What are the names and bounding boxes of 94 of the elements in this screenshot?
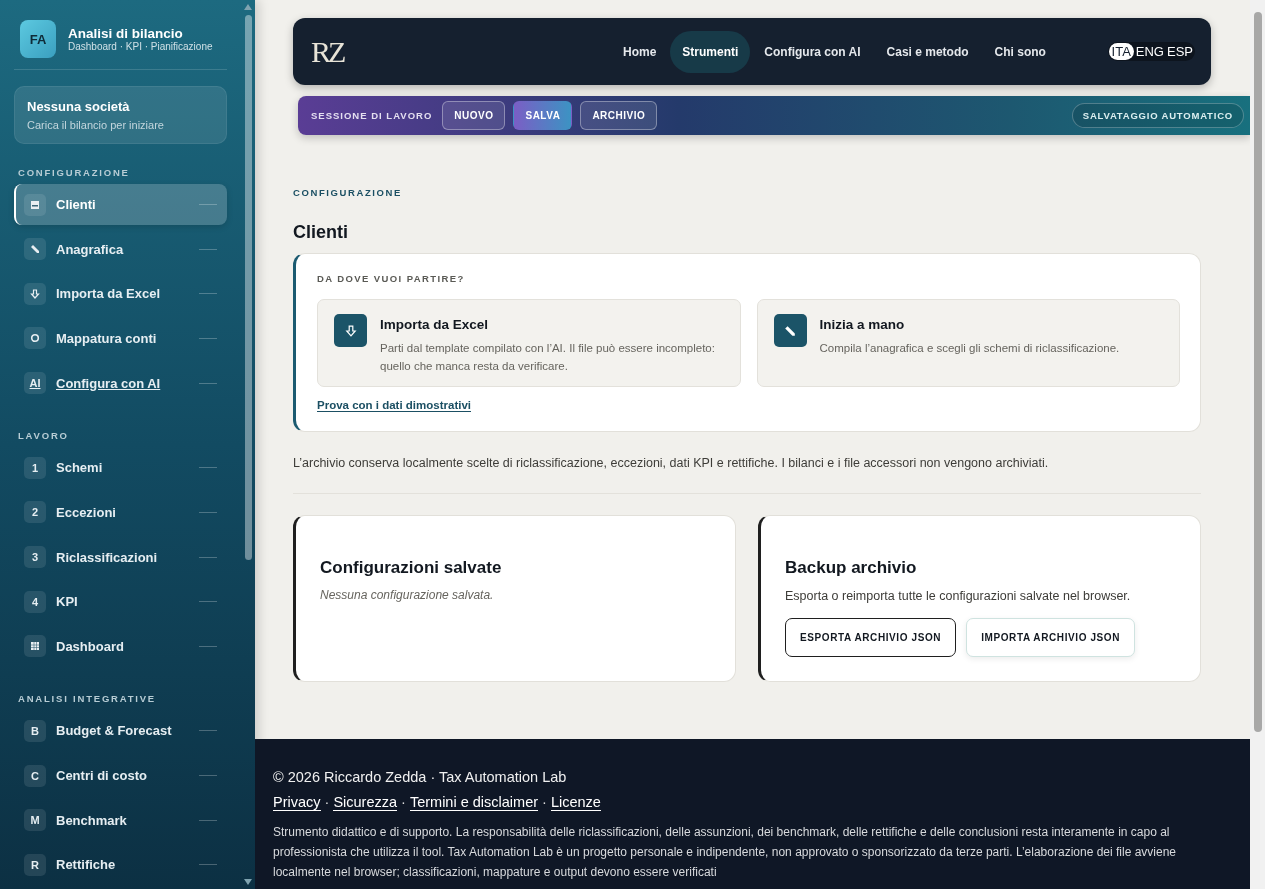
import-button[interactable]: IMPORTA ARCHIVIO JSON (966, 618, 1136, 657)
sidebar-item[interactable]: R Rettifiche (14, 844, 227, 886)
demo-link[interactable]: Prova con i dati dimostrativi (317, 399, 471, 412)
archive-note: L’archivio conserva localmente scelte di riclassificazione, eccezioni, dati KPI e rettifiche. I bilanci e i file accessori non vengono archiviati. (293, 456, 1050, 470)
company-hint: Carica il bilancio per iniziare (27, 119, 165, 131)
option-card[interactable]: Inizia a mano Compila l’anagrafica e scegli gli schemi di riclassificazione. (756, 299, 1180, 387)
empty-message: Nessuna configurazione salvata. (320, 588, 495, 602)
status-dash (199, 601, 217, 603)
footer-link[interactable]: Licenze (550, 794, 601, 811)
grid-icon (24, 635, 46, 658)
session-button[interactable]: NUOVO (442, 101, 506, 130)
status-dash (199, 293, 217, 295)
card-title: Backup archivio (785, 558, 918, 578)
section-label: CONFIGURAZIONE (18, 167, 131, 178)
language-option[interactable]: ENG (1134, 43, 1165, 60)
nav-tab[interactable]: Configura con AI (752, 30, 873, 73)
brand-logo: FA (20, 20, 56, 58)
sidebar-item[interactable]: M Benchmark (14, 799, 227, 841)
sidebar-item[interactable]: 1 Schemi (14, 447, 227, 489)
step-badge: C (24, 764, 46, 787)
step-badge: 4 (24, 590, 46, 613)
nav-tab[interactable]: Chi sono (982, 30, 1058, 73)
status-dash (199, 467, 217, 469)
section-label: ANALISI INTEGRATIVE (18, 693, 157, 705)
app-subtitle: Dashboard · KPI · Pianificazione (68, 41, 213, 52)
card-icon (24, 193, 46, 216)
section-label: LAVORO (18, 430, 70, 442)
company-name: Nessuna società (27, 99, 131, 114)
copyright: © 2026 Riccardo Zedda · Tax Automation Lab (273, 769, 568, 785)
sidebar-item[interactable]: Clienti (14, 184, 227, 226)
status-dash (199, 819, 217, 821)
step-badge: 3 (24, 546, 46, 569)
scroll-down-icon[interactable] (243, 878, 253, 886)
company-card[interactable]: Nessuna società Carica il bilancio per iniziare (14, 86, 227, 144)
page-title: Clienti (293, 222, 349, 243)
step-badge: 1 (24, 456, 46, 479)
step-badge: R (24, 853, 46, 876)
step-badge: M (24, 809, 46, 832)
status-dash (199, 511, 217, 513)
save-button[interactable]: SALVA (513, 101, 573, 130)
option-description: Compila l’anagrafica e scegli gli schemi di riclassificazione. (819, 341, 1120, 356)
option-description: Parti dal template compilato con l’AI. Il file può essere incompleto: quello che manca resta da verificare. (380, 341, 716, 374)
step-badge: AI (24, 372, 46, 395)
disclaimer-text: Strumento didattico e di supporto. La responsabilità delle riclassificazioni, delle assunzioni, dei benchmark, delle rettifiche e delle conclusioni resta interamente in capo al professionista che utilizza il tool. Tax Automation Lab è un progetto personale e indipendente, non approvato o sponsorizzato da terze parti. L’elaborazione dei file avviene localmente nel browser; classificazioni, mappature e output devono essere verificati (273, 824, 1178, 881)
nav-tab[interactable]: Home (611, 30, 669, 73)
footer-link[interactable]: Privacy (273, 794, 321, 811)
autosave-badge: SALVATAGGIO AUTOMATICO (1071, 103, 1244, 128)
status-dash (199, 775, 217, 777)
sidebar-item[interactable]: 4 KPI (14, 581, 227, 623)
app-title: Analisi di bilancio (68, 26, 184, 41)
section-eyebrow: CONFIGURAZIONE (293, 187, 403, 198)
export-button[interactable]: ESPORTA ARCHIVIO JSON (785, 618, 957, 657)
sidebar-item[interactable]: Mappatura conti (14, 317, 227, 360)
status-dash (199, 645, 217, 647)
sidebar-item[interactable]: 3 Riclassificazioni (14, 536, 227, 578)
language-option[interactable]: ESP (1166, 43, 1194, 60)
download-icon (24, 282, 46, 305)
link-separator: · (401, 794, 406, 811)
sidebar-item[interactable]: 2 Eccezioni (14, 491, 227, 533)
site-logo[interactable]: RZ (311, 34, 611, 69)
option-title: Importa da Excel (380, 317, 490, 332)
sidebar-item[interactable]: B Budget & Forecast (14, 710, 227, 752)
option-title: Inizia a mano (819, 317, 906, 332)
card-title: Configurazioni salvate (320, 558, 503, 578)
sidebar-item[interactable]: AI Configura con AI (14, 362, 227, 404)
session-label: SESSIONE DI LAVORO (311, 110, 433, 121)
status-dash (199, 204, 217, 206)
step-badge: B (24, 719, 46, 742)
sidebar-item[interactable]: C Centri di costo (14, 755, 227, 797)
status-dash (199, 248, 217, 250)
session-button[interactable]: ARCHIVIO (580, 101, 658, 130)
status-dash (199, 864, 217, 866)
status-dash (199, 338, 217, 339)
sidebar-item[interactable]: Importa da Excel (14, 273, 227, 315)
card-description: Esporta o reimporta tutte le configurazioni salvate nel browser. (785, 589, 1132, 603)
nav-tab[interactable]: Strumenti (670, 30, 751, 73)
status-dash (199, 556, 217, 558)
footer-link[interactable]: Termini e disclaimer (409, 794, 539, 811)
nav-tab[interactable]: Casi e metodo (874, 30, 981, 73)
pencil-icon (773, 314, 807, 347)
status-dash (199, 730, 217, 732)
pencil-icon (24, 238, 46, 261)
link-separator: · (324, 794, 330, 811)
status-dash (199, 382, 217, 384)
download-icon (334, 314, 367, 347)
sidebar-item[interactable]: Anagrafica (14, 228, 227, 270)
step-badge: 2 (24, 501, 46, 524)
option-card[interactable]: Importa da Excel Parti dal template compilato con l’AI. Il file può essere incompleto: quello che manca resta da verificare. (317, 299, 741, 387)
sidebar-item[interactable]: Dashboard (14, 625, 227, 667)
footer-link[interactable]: Sicurezza (333, 794, 398, 811)
link-separator: · (542, 794, 547, 811)
page-scrollbar[interactable] (1250, 0, 1265, 889)
language-option[interactable]: ITA (1108, 43, 1134, 60)
card-label: DA DOVE VUOI PARTIRE? (317, 273, 466, 284)
